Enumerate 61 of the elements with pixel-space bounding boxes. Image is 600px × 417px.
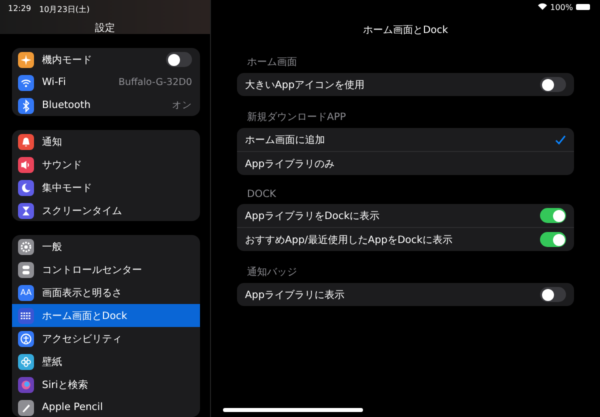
sidebar-item[interactable]: スクリーンタイム (12, 199, 200, 222)
wifi-icon (538, 3, 548, 10)
sidebar-item[interactable]: 壁紙 (12, 350, 200, 374)
item-label: 一般 (42, 240, 63, 254)
row-label: Appライブラリのみ (245, 158, 336, 170)
item-value: Buffalo-G-32D0 (118, 77, 192, 88)
section-header: DOCK (247, 189, 278, 200)
item-label: 機内モード (42, 54, 93, 66)
section-header: 新規ダウンロードAPP (247, 110, 347, 124)
sidebar-item[interactable]: アクセシビリティ (12, 327, 200, 350)
sidebar-item[interactable]: コントロールセンター (12, 258, 200, 282)
row-label: おすすめApp/最近使用したAppをDockに表示 (245, 234, 454, 246)
settings-row[interactable]: Appライブラリのみ (237, 151, 574, 175)
sidebar-item[interactable]: 通知 (12, 130, 200, 154)
sidebar-item[interactable]: サウンド (12, 153, 200, 176)
sidebar-item[interactable]: Siriと検索 (12, 373, 200, 396)
item-label: ホーム画面とDock (42, 310, 128, 323)
settings-row[interactable]: Appライブラリに表示 (237, 283, 574, 306)
sidebar-title: 設定 (94, 22, 116, 35)
sidebar-item[interactable]: AA 画面表示と明るさ (12, 281, 200, 304)
toggle-switch[interactable] (540, 208, 566, 223)
item-label: 壁紙 (42, 356, 63, 369)
sidebar-item[interactable]: Bluetooth オン (12, 94, 200, 116)
sidebar-item[interactable]: ホーム画面とDock (12, 304, 200, 328)
text-icon: AA (18, 284, 34, 301)
sidebar-item[interactable]: 集中モード (12, 176, 200, 200)
section-header: 通知バッジ (247, 266, 298, 279)
sidebar-item[interactable]: Wi-Fi Buffalo-G-32D0 (12, 71, 200, 94)
item-label: サウンド (42, 158, 83, 172)
item-label: Wi-Fi (42, 77, 67, 88)
item-label: 集中モード (42, 182, 93, 195)
battery-icon (576, 4, 590, 10)
row-label: ホーム画面に追加 (245, 134, 326, 146)
item-label: 画面表示と明るさ (42, 286, 123, 300)
settings-row[interactable]: AppライブラリをDockに表示 (237, 204, 574, 227)
battery-percent: 100% (550, 3, 573, 12)
item-label: アクセシビリティ (42, 332, 123, 346)
sidebar-item[interactable]: 機内モード (12, 48, 200, 71)
item-label: Apple Pencil (42, 402, 104, 414)
toggle-switch[interactable] (166, 52, 192, 67)
item-label: コントロールセンター (42, 264, 143, 277)
row-label: Appライブラリに表示 (245, 288, 346, 302)
section-header: ホーム画面 (247, 56, 298, 69)
settings-row[interactable]: 大きいAppアイコンを使用 (237, 73, 574, 96)
toggle-switch[interactable] (540, 232, 566, 247)
settings-row[interactable]: おすすめApp/最近使用したAppをDockに表示 (237, 227, 574, 251)
item-value: オン (172, 99, 192, 112)
status-time: 12:29 (8, 4, 32, 15)
row-label: AppライブラリをDockに表示 (245, 210, 381, 222)
item-label: Siriと検索 (42, 378, 90, 392)
page-title: ホーム画面とDock (362, 24, 450, 37)
item-label: Bluetooth (42, 100, 92, 111)
toggle-switch[interactable] (540, 287, 566, 302)
sidebar-item[interactable]: 一般 (12, 235, 200, 258)
row-label: 大きいAppアイコンを使用 (245, 78, 366, 92)
sidebar-item[interactable]: Apple Pencil (12, 396, 200, 417)
toggle-switch[interactable] (540, 77, 566, 92)
item-label: スクリーンタイム (42, 204, 123, 218)
settings-row[interactable]: ホーム画面に追加 (237, 128, 574, 151)
status-date: 10月23日(土) (39, 4, 90, 15)
item-label: 通知 (42, 136, 63, 149)
